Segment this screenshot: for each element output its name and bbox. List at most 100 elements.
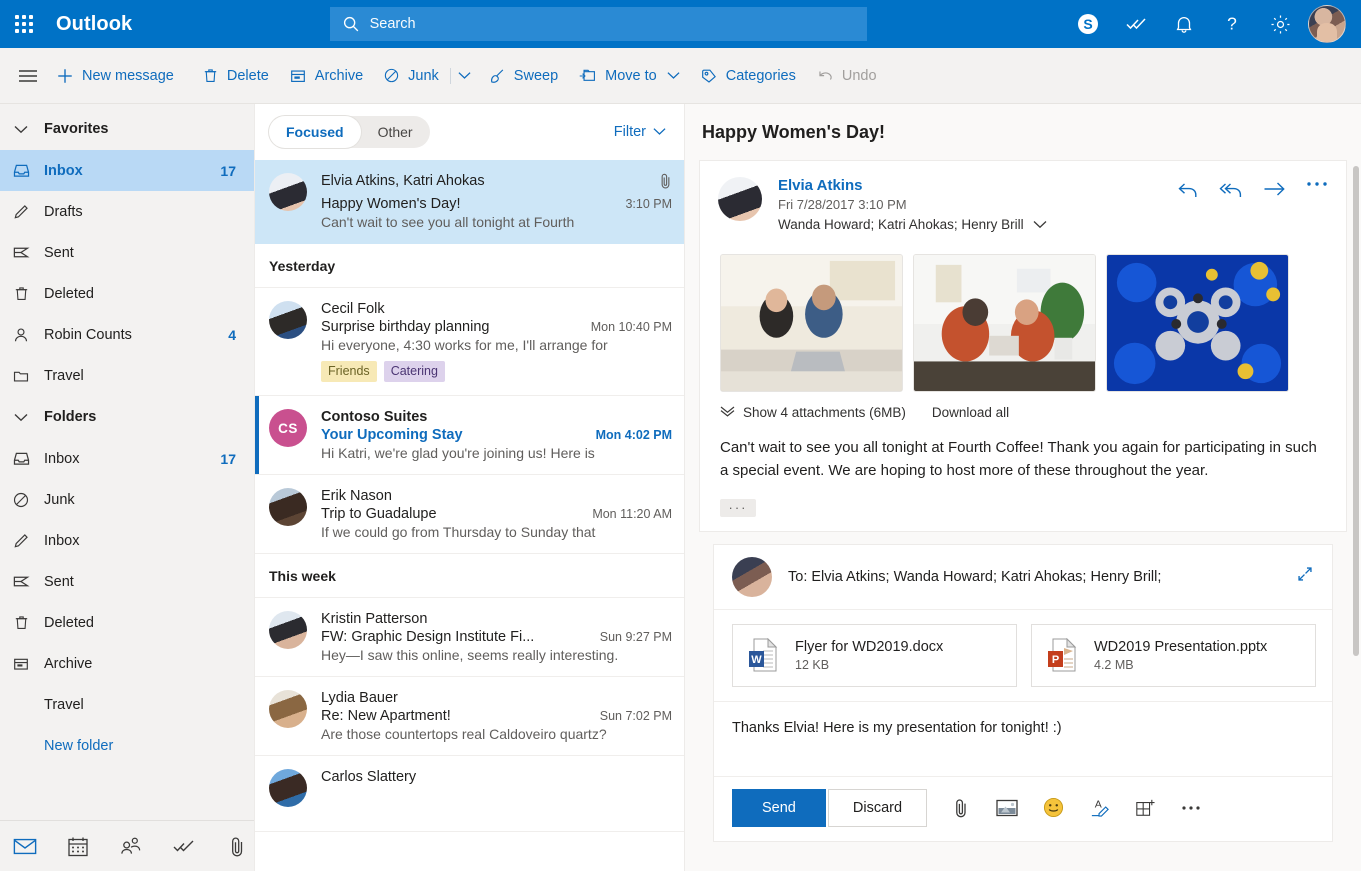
- folder-item-deleted[interactable]: Deleted: [0, 602, 254, 643]
- sidebar-item-robin-counts[interactable]: Robin Counts 4: [0, 314, 254, 355]
- settings-gear-icon[interactable]: [1256, 0, 1304, 48]
- insert-picture-icon[interactable]: [991, 792, 1023, 824]
- attach-clip-icon[interactable]: [945, 792, 977, 824]
- new-folder-button[interactable]: New folder: [0, 725, 254, 766]
- brand-title[interactable]: Outlook: [56, 13, 132, 36]
- emoji-icon[interactable]: [1037, 792, 1069, 824]
- sidebar-item-inbox-fav[interactable]: Inbox 17: [0, 150, 254, 191]
- attachment-card-word[interactable]: W Flyer for WD2019.docx 12 KB: [732, 624, 1017, 687]
- pivot-focused[interactable]: Focused: [269, 116, 361, 148]
- forward-icon[interactable]: [1263, 181, 1286, 197]
- category-tags: Friends Catering: [321, 361, 672, 382]
- favorites-group-header[interactable]: Favorites: [0, 108, 254, 150]
- expand-quoted-text-button[interactable]: ···: [720, 499, 756, 517]
- move-to-chevron-down-icon[interactable]: [667, 71, 680, 80]
- status-badge[interactable]: Catering: [384, 361, 445, 382]
- table-row[interactable]: Erik Nason Trip to Guadalupe Mon 11:20 A…: [255, 475, 684, 554]
- table-row[interactable]: Carlos Slattery: [255, 756, 684, 832]
- folder-item-inbox[interactable]: Inbox 17: [0, 438, 254, 479]
- message-from: Carlos Slattery: [321, 769, 672, 785]
- chevron-down-icon: [10, 125, 32, 134]
- attachment-thumbnail[interactable]: [720, 254, 903, 392]
- message-from: Erik Nason: [321, 488, 672, 504]
- archive-icon: [10, 655, 32, 673]
- undo-label: Undo: [842, 68, 877, 84]
- compose-recipients[interactable]: To: Elvia Atkins; Wanda Howard; Katri Ah…: [788, 569, 1296, 585]
- attachment-card-powerpoint[interactable]: P WD2019 Presentation.pptx 4.2 MB: [1031, 624, 1316, 687]
- delete-button[interactable]: Delete: [192, 56, 279, 96]
- folder-item-sent[interactable]: Sent: [0, 561, 254, 602]
- move-to-button[interactable]: Move to: [568, 56, 690, 96]
- folder-item-travel[interactable]: Travel: [0, 684, 254, 725]
- junk-button[interactable]: Junk: [373, 56, 449, 96]
- folder-item-junk[interactable]: Junk: [0, 479, 254, 520]
- mail-icon[interactable]: [8, 827, 43, 865]
- help-question-icon[interactable]: ?: [1208, 0, 1256, 48]
- calendar-icon[interactable]: [61, 827, 96, 865]
- tasks-check-icon[interactable]: [1112, 0, 1160, 48]
- table-row[interactable]: Elvia Atkins, Katri Ahokas Happy Women's…: [255, 160, 684, 244]
- table-row[interactable]: Kristin Patterson FW: Graphic Design Ins…: [255, 598, 684, 677]
- people-icon[interactable]: [114, 827, 149, 865]
- skype-icon[interactable]: S: [1064, 0, 1112, 48]
- compose-card: To: Elvia Atkins; Wanda Howard; Katri Ah…: [713, 544, 1333, 842]
- signature-pen-icon[interactable]: A: [1083, 792, 1115, 824]
- scrollbar-thumb[interactable]: [1353, 166, 1359, 656]
- send-button[interactable]: Send: [732, 789, 826, 827]
- insert-table-icon[interactable]: [1129, 792, 1161, 824]
- user-avatar[interactable]: [1308, 5, 1346, 43]
- notifications-bell-icon[interactable]: [1160, 0, 1208, 48]
- new-message-button[interactable]: New message: [50, 56, 192, 96]
- sidebar-item-drafts[interactable]: Drafts: [0, 191, 254, 232]
- avatar: [269, 769, 307, 807]
- undo-button[interactable]: Undo: [806, 56, 887, 96]
- table-row[interactable]: Cecil Folk Surprise birthday planning Mo…: [255, 288, 684, 396]
- status-badge[interactable]: Friends: [321, 361, 377, 382]
- chevron-double-down-icon: [720, 405, 735, 420]
- filter-button[interactable]: Filter: [614, 124, 670, 140]
- sidebar-item-deleted[interactable]: Deleted: [0, 273, 254, 314]
- message-from: Lydia Bauer: [321, 690, 672, 706]
- reading-scroll[interactable]: Elvia Atkins Fri 7/28/2017 3:10 PM Wanda…: [685, 160, 1361, 871]
- files-clip-icon[interactable]: [219, 827, 254, 865]
- navigation-menu-icon[interactable]: [8, 56, 48, 96]
- favorites-label: Favorites: [44, 121, 108, 137]
- table-row[interactable]: CS Contoso Suites Your Upcoming Stay Mon…: [255, 396, 684, 475]
- message-body: Can't wait to see you all tonight at Fou…: [718, 436, 1328, 483]
- message-list-pane: Focused Other Filter Elvia Atkins,: [255, 104, 685, 871]
- more-options-icon[interactable]: [1306, 181, 1328, 187]
- chevron-down-icon: [10, 413, 32, 422]
- message-content: Elvia Atkins, Katri Ahokas Happy Women's…: [321, 173, 672, 230]
- attachment-thumbnail[interactable]: [913, 254, 1096, 392]
- message-content: Kristin Patterson FW: Graphic Design Ins…: [321, 611, 672, 663]
- attachment-thumbnail[interactable]: [1106, 254, 1289, 392]
- archive-button[interactable]: Archive: [279, 56, 373, 96]
- categories-button[interactable]: Categories: [690, 56, 806, 96]
- reply-all-icon[interactable]: [1219, 181, 1243, 200]
- inbox-icon: [10, 449, 32, 468]
- search-input[interactable]: Search: [330, 7, 867, 41]
- folder-item-archive[interactable]: Archive: [0, 643, 254, 684]
- message-subject: Happy Women's Day!: [321, 196, 625, 212]
- download-all-button[interactable]: Download all: [932, 405, 1009, 420]
- pivot-other[interactable]: Other: [361, 116, 430, 148]
- folders-group-header[interactable]: Folders: [0, 396, 254, 438]
- app-launcher-waffle-icon[interactable]: [0, 0, 48, 48]
- table-row[interactable]: Lydia Bauer Re: New Apartment! Sun 7:02 …: [255, 677, 684, 756]
- expand-recipients-chevron-down-icon[interactable]: [1033, 217, 1047, 232]
- sidebar-item-travel-fav[interactable]: Travel: [0, 355, 254, 396]
- junk-dropdown-chevron-down-icon[interactable]: [452, 56, 478, 96]
- more-options-icon[interactable]: [1175, 792, 1207, 824]
- compose-body[interactable]: Thanks Elvia! Here is my presentation fo…: [714, 702, 1332, 776]
- tasks-check-icon[interactable]: [166, 827, 201, 865]
- message-sender-name[interactable]: Elvia Atkins: [778, 177, 1177, 194]
- sweep-button[interactable]: Sweep: [478, 56, 568, 96]
- reading-pane-scrollbar[interactable]: [1353, 166, 1359, 861]
- folder-item-drafts[interactable]: Inbox: [0, 520, 254, 561]
- show-attachments-button[interactable]: Show 4 attachments (6MB): [720, 405, 906, 420]
- sidebar-item-sent[interactable]: Sent: [0, 232, 254, 273]
- reply-icon[interactable]: [1177, 181, 1199, 200]
- pop-out-icon[interactable]: [1296, 565, 1316, 588]
- message-list-scroll[interactable]: Elvia Atkins, Katri Ahokas Happy Women's…: [255, 160, 684, 871]
- discard-button[interactable]: Discard: [828, 789, 927, 827]
